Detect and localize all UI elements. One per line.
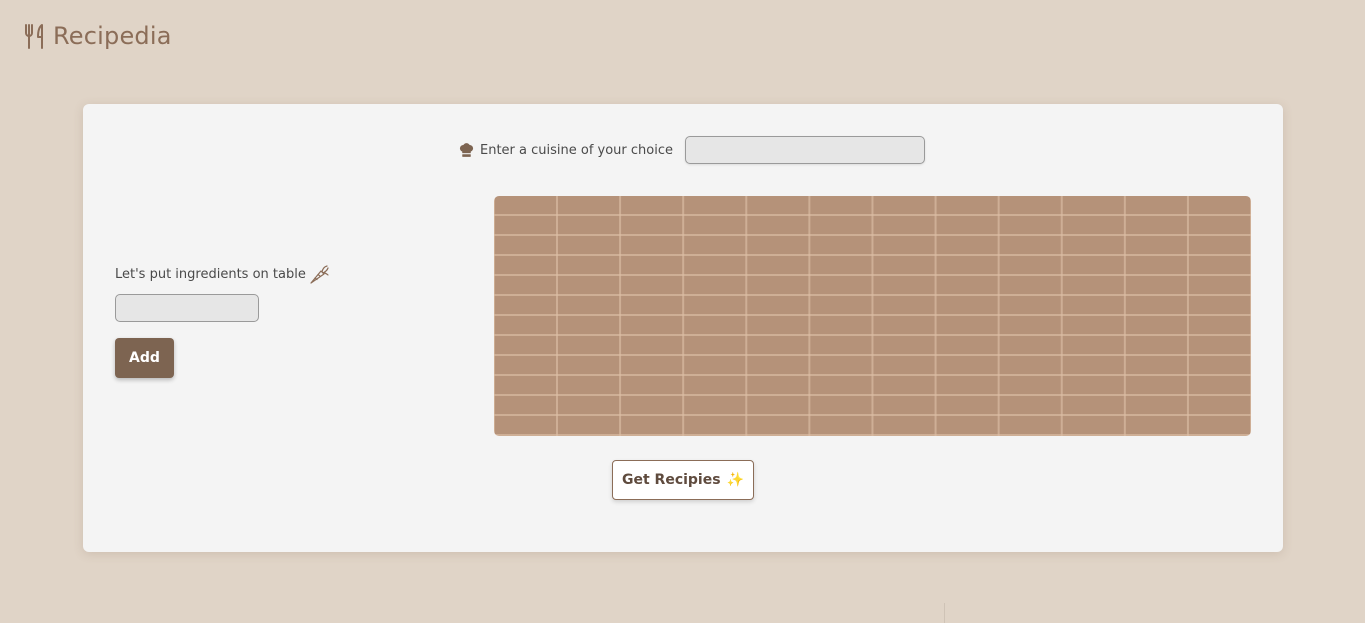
- fork-knife-icon: [25, 24, 43, 49]
- ingredient-table[interactable]: [494, 196, 1251, 436]
- get-recipes-label: Get Recipies: [621, 472, 721, 488]
- ingredient-input[interactable]: [115, 294, 259, 322]
- cuisine-label: Enter a cuisine of your choice: [480, 142, 674, 158]
- app-brand: Recipedia: [23, 22, 172, 50]
- cuisine-row: Enter a cuisine of your choice: [458, 136, 926, 164]
- add-ingredient-button[interactable]: Add: [115, 338, 174, 378]
- ingredients-label: Let's put ingredients on table: [115, 266, 306, 282]
- main-card: Enter a cuisine of your choice Let's put…: [83, 104, 1283, 552]
- app-title: Recipedia: [53, 22, 172, 50]
- chef-hat-icon: [459, 142, 474, 157]
- ingredients-label-row: Let's put ingredients on table: [115, 263, 330, 285]
- carrot-icon: [310, 265, 329, 284]
- get-recipes-button[interactable]: Get Recipies ✨: [612, 460, 754, 500]
- divider: [944, 603, 945, 623]
- cuisine-input[interactable]: [685, 136, 926, 164]
- sparkles-icon: ✨: [726, 472, 744, 488]
